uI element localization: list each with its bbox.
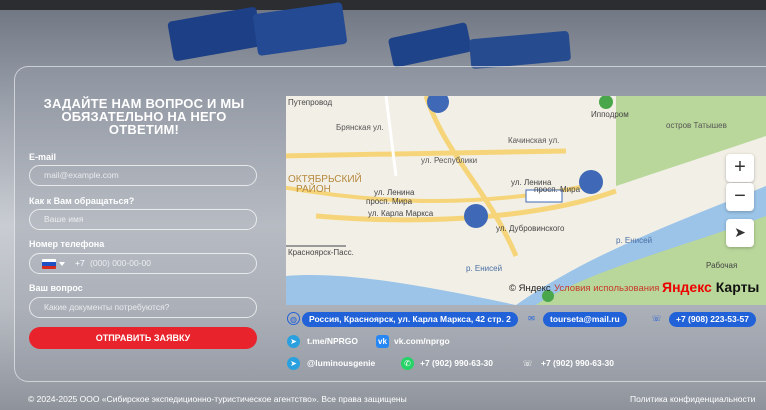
map-label: ул. Ленина	[374, 188, 415, 197]
map-copyright[interactable]: © Яндекс	[509, 283, 551, 294]
map-label: Рабочая	[706, 261, 738, 270]
map-label: р. Енисей	[466, 264, 503, 273]
navigation-arrow-icon[interactable]: ➤	[726, 219, 754, 247]
globe-icon: ◍	[287, 312, 300, 325]
background-tent	[387, 22, 473, 68]
map-label: Брянская ул.	[336, 123, 384, 132]
background-tent	[252, 1, 348, 57]
telegram-channel-link[interactable]: t.me/NPRGO	[307, 335, 358, 347]
telegram-user-link[interactable]: @luminousgenie	[307, 357, 375, 369]
yandex-maps-logo: Яндекс Карты	[662, 279, 759, 295]
chevron-down-icon[interactable]	[59, 262, 65, 266]
zoom-in-button[interactable]: +	[726, 154, 754, 182]
background-tent	[468, 30, 572, 70]
form-title: Задайте нам вопрос и мы обязательно на н…	[43, 96, 245, 137]
question-label: Ваш вопрос	[29, 283, 83, 293]
russia-flag-icon[interactable]	[42, 259, 56, 269]
submit-button[interactable]: Отправить заявку	[29, 327, 257, 349]
address-link[interactable]: Россия, Красноярск, ул. Карла Маркса, 42…	[302, 312, 518, 327]
map-marker[interactable]	[464, 204, 488, 228]
map-marker[interactable]	[579, 170, 603, 194]
email-field[interactable]: mail@example.com	[29, 165, 257, 186]
river-shape	[286, 275, 516, 305]
yandex-map[interactable]: Путепровод Ипподром Брянская ул. Качинск…	[286, 96, 766, 305]
name-label: Как к Вам обращаться?	[29, 196, 135, 206]
map-label: просп. Мира	[534, 185, 581, 194]
yandex-brand: Яндекс	[662, 279, 712, 295]
map-label: ул. Республики	[421, 156, 478, 165]
privacy-policy-link[interactable]: Политика конфиденциальности	[630, 394, 766, 404]
map-label: Ипподром	[591, 110, 629, 119]
telegram-icon: ➤	[287, 357, 300, 370]
map-terms-link[interactable]: Условия использования	[554, 283, 659, 294]
top-bar	[0, 0, 766, 10]
vk-icon: vk	[376, 335, 389, 348]
maps-brand: Карты	[715, 279, 760, 295]
footer-copyright: © 2024-2025 ООО «Сибирское экспедиционно…	[28, 394, 407, 404]
map-label: р. Енисей	[616, 236, 653, 245]
zoom-out-button[interactable]: −	[726, 183, 754, 211]
whatsapp-link[interactable]: +7 (902) 990-63-30	[420, 357, 493, 369]
map-label: ул. Дубровинского	[496, 224, 565, 233]
map-label: остров Татышев	[666, 121, 727, 130]
map-label: ул. Карла Маркса	[368, 209, 434, 218]
telegram-icon: ➤	[287, 335, 300, 348]
name-field[interactable]: Ваше имя	[29, 209, 257, 230]
map-label: Красноярск-Пасс.	[288, 248, 354, 257]
email-link[interactable]: tourseta@mail.ru	[543, 312, 627, 327]
mail-icon: ✉	[528, 314, 535, 323]
phone-main-link[interactable]: +7 (908) 223-53-57	[669, 312, 757, 327]
phone-alt-link[interactable]: +7 (902) 990-63-30	[541, 357, 614, 369]
road-oborony	[384, 96, 398, 177]
map-label: Путепровод	[288, 98, 333, 107]
question-field[interactable]: Какие документы потребуются?	[29, 297, 257, 318]
phone-label: Номер телефона	[29, 239, 105, 249]
map-label: Качинская ул.	[508, 136, 560, 145]
whatsapp-icon: ✆	[401, 357, 414, 370]
map-label: просп. Мира	[366, 197, 413, 206]
phone-prefix: +7	[75, 258, 85, 268]
phone-icon: ☏	[522, 359, 533, 368]
background-tent	[167, 6, 263, 62]
vk-link[interactable]: vk.com/nprgo	[394, 335, 450, 347]
phone-placeholder: (000) 000-00-00	[90, 258, 151, 268]
email-label: E-mail	[29, 152, 57, 162]
park-poi-icon	[599, 96, 613, 109]
phone-icon: ☏	[651, 314, 662, 323]
map-label: РАЙОН	[296, 184, 331, 195]
